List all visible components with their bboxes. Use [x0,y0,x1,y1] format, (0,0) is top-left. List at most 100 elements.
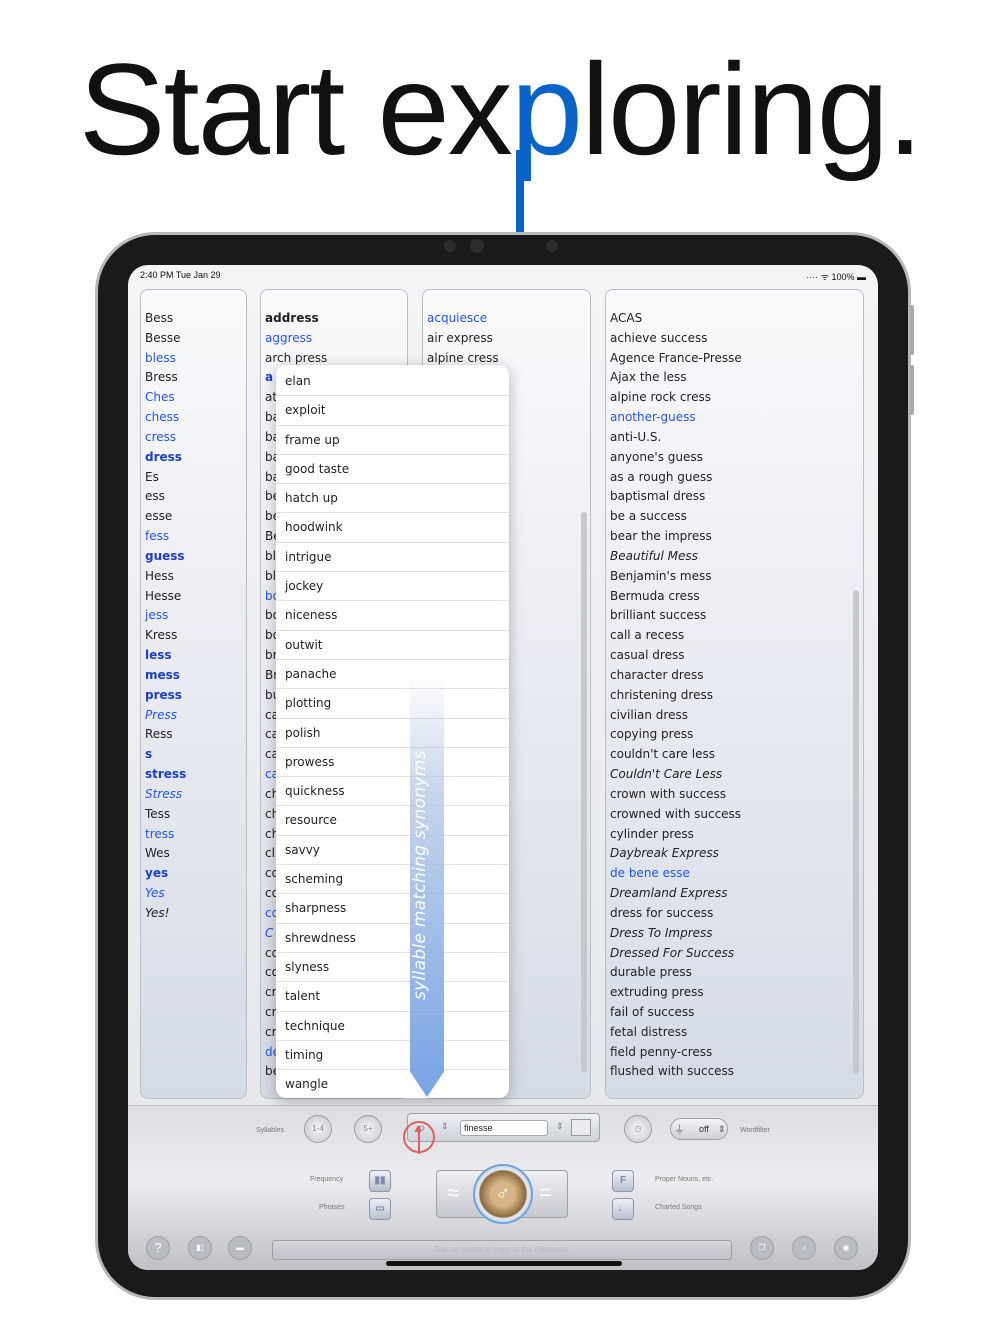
word-item[interactable]: alpine rock cress [610,388,863,408]
word-item[interactable]: esse [145,507,246,527]
word-item[interactable]: civilian dress [610,706,863,726]
synonym-item[interactable]: jockey [276,572,509,602]
word-item[interactable]: Bermuda cress [610,587,863,607]
minus-icon[interactable]: ▬ [228,1236,252,1260]
word-item[interactable]: anti-U.S. [610,428,863,448]
word-item[interactable]: Kress [145,626,246,646]
synonym-item[interactable]: scheming [276,865,509,895]
word-item[interactable]: Stress [145,785,246,805]
word-item[interactable]: fail of success [610,1003,863,1023]
word-item[interactable]: Ches [145,388,246,408]
word-item[interactable]: Daybreak Express [610,844,863,864]
word-item[interactable]: mess [145,666,246,686]
word-item[interactable]: crown with success [610,785,863,805]
word-item[interactable]: Ress [145,725,246,745]
main-dial-button[interactable]: ♂ [473,1164,533,1224]
syllables-5plus-button[interactable]: 5+ [354,1115,382,1143]
word-item[interactable]: fess [145,527,246,547]
word-item[interactable]: be a success [610,507,863,527]
word-item[interactable]: acquiesce [427,309,590,329]
word-item[interactable]: less [145,646,246,666]
word-item[interactable]: dress for success [610,904,863,924]
word-item[interactable]: Es [145,468,246,488]
word-item[interactable]: as a rough guess [610,468,863,488]
synonym-item[interactable]: hatch up [276,484,509,514]
word-item[interactable]: Agence France-Presse [610,349,863,369]
word-item[interactable]: christening dress [610,686,863,706]
synonym-item[interactable]: quickness [276,777,509,807]
word-item[interactable]: stress [145,765,246,785]
word-item[interactable]: achieve success [610,329,863,349]
word-item[interactable]: cress [145,428,246,448]
synonym-item[interactable]: panache [276,660,509,690]
word-item[interactable]: bless [145,349,246,369]
column-scrollbar[interactable] [853,590,859,1074]
rhyme-column-1[interactable]: Bess Besse bless Bress Ches chess cress dress Es… [140,289,247,1099]
word-item[interactable]: extruding press [610,983,863,1003]
word-item[interactable]: character dress [610,666,863,686]
word-item[interactable]: Dress To Impress [610,924,863,944]
synonym-item[interactable]: slyness [276,953,509,983]
word-item[interactable]: Benjamin's mess [610,567,863,587]
word-item[interactable]: Hess [145,567,246,587]
columns-icon[interactable] [571,1119,591,1136]
synonym-item[interactable]: good taste [276,455,509,485]
synonym-item[interactable]: technique [276,1012,509,1041]
word-item[interactable]: flushed with success [610,1062,863,1082]
word-item[interactable]: Ajax the less [610,368,863,388]
word-item[interactable]: Dressed For Success [610,944,863,964]
search-input[interactable]: finesse [460,1120,548,1136]
word-item[interactable]: casual dress [610,646,863,666]
word-item[interactable]: couldn't care less [610,745,863,765]
synonym-popup[interactable]: elan exploit frame up good taste hatch up hoo… [276,365,509,1098]
chart-icon[interactable]: ▮▮ [369,1170,391,1192]
synonym-item[interactable]: timing [276,1041,509,1071]
word-item[interactable]: cylinder press [610,825,863,845]
column-scrollbar[interactable] [581,512,587,1072]
word-item[interactable]: Wes [145,844,246,864]
equals-button[interactable]: = [539,1180,552,1206]
word-item[interactable]: jess [145,606,246,626]
eye-icon[interactable]: ◉ [834,1236,858,1260]
f-icon[interactable]: F [612,1170,634,1192]
word-item[interactable]: call a recess [610,626,863,646]
synonym-item[interactable]: exploit [276,396,509,426]
synonym-item[interactable]: savvy [276,836,509,866]
word-item[interactable]: tress [145,825,246,845]
word-item[interactable]: Yes [145,884,246,904]
sidebar-icon[interactable]: ◧ [188,1236,212,1260]
word-item[interactable]: guess [145,547,246,567]
word-item[interactable]: anyone's guess [610,448,863,468]
word-item[interactable]: ess [145,487,246,507]
word-item[interactable]: ACAS [610,309,863,329]
synonym-item[interactable]: hoodwink [276,513,509,543]
word-item[interactable]: air express [427,329,590,349]
word-item[interactable]: de bene esse [610,864,863,884]
word-item[interactable]: s [145,745,246,765]
keyboard-icon[interactable]: ▭ [369,1198,391,1220]
approx-button[interactable]: ≈ [447,1180,459,1206]
syllables-1-4-button[interactable]: 1-4 [304,1115,332,1143]
synonym-item[interactable]: frame up [276,426,509,455]
word-item[interactable]: dress [145,448,246,468]
music-icon[interactable]: ♪ [792,1236,816,1260]
word-item[interactable]: Bess [145,309,246,329]
rhyme-column-4[interactable]: ACAS achieve success Agence France-Presse A… [605,289,864,1099]
word-item[interactable]: durable press [610,963,863,983]
copy-icon[interactable]: ❐ [750,1236,774,1260]
word-item[interactable]: Hesse [145,587,246,607]
word-item[interactable]: fetal distress [610,1023,863,1043]
synonym-item[interactable]: polish [276,719,509,748]
word-item[interactable]: copying press [610,725,863,745]
word-item[interactable]: Press [145,706,246,726]
clock-icon[interactable]: ◷ [624,1115,652,1143]
stepper-icon[interactable]: ⇕ [556,1121,564,1132]
word-item[interactable]: Tess [145,805,246,825]
synonym-item[interactable]: shrewdness [276,924,509,953]
help-icon[interactable]: ? [146,1236,170,1260]
synonym-item[interactable]: resource [276,806,509,836]
word-item[interactable]: bear the impress [610,527,863,547]
word-item[interactable]: Dreamland Express [610,884,863,904]
wordfilter-control[interactable]: ⏚ off ⇕ [670,1118,728,1140]
word-item[interactable]: Couldn't Care Less [610,765,863,785]
